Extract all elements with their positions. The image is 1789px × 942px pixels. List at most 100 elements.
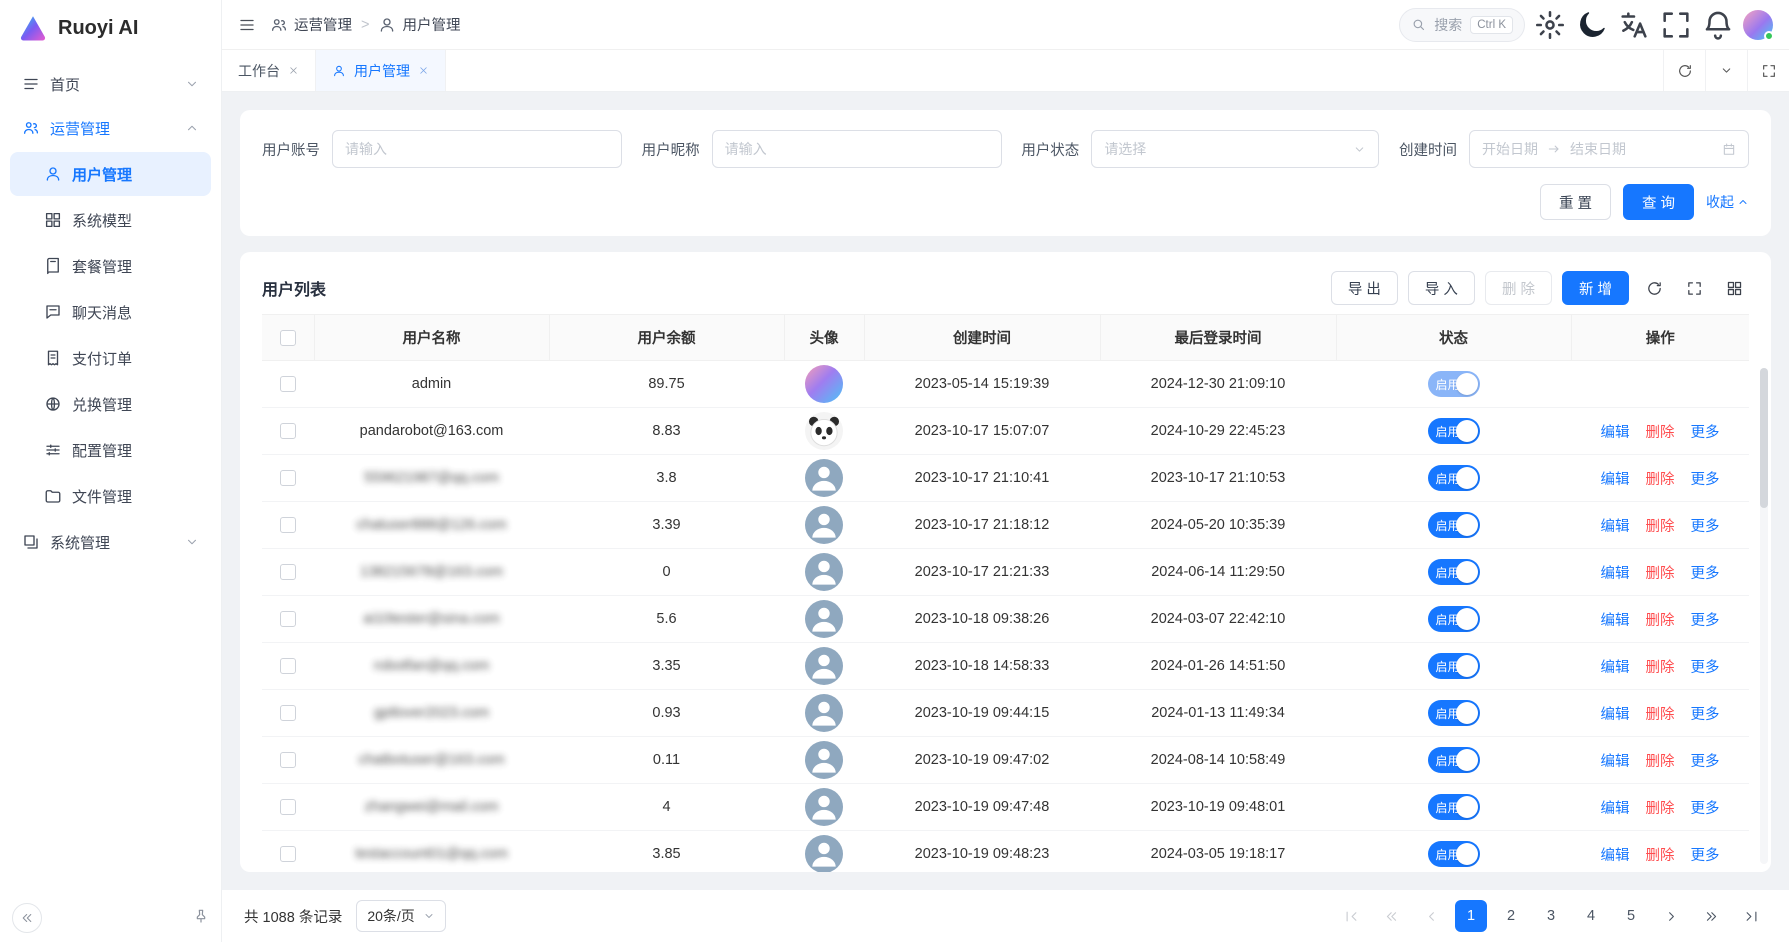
more-link[interactable]: 更多 bbox=[1691, 848, 1720, 864]
hamburger-menu-icon[interactable] bbox=[238, 16, 256, 34]
edit-link[interactable]: 编辑 bbox=[1600, 472, 1629, 488]
status-toggle[interactable]: 启用 bbox=[1428, 841, 1480, 867]
delete-link[interactable]: 删除 bbox=[1646, 519, 1675, 535]
language-button[interactable] bbox=[1617, 8, 1651, 42]
nickname-input[interactable] bbox=[712, 130, 1002, 168]
status-toggle[interactable]: 启用 bbox=[1428, 747, 1480, 773]
delete-link[interactable]: 删除 bbox=[1646, 566, 1675, 582]
sidebar-item[interactable]: 系统管理 bbox=[10, 520, 211, 564]
page-button-4[interactable]: 4 bbox=[1575, 900, 1607, 932]
edit-link[interactable]: 编辑 bbox=[1600, 801, 1629, 817]
sidebar-subitem[interactable]: 套餐管理 bbox=[10, 244, 211, 288]
collapse-filters-link[interactable]: 收起 bbox=[1706, 192, 1749, 212]
delete-link[interactable]: 删除 bbox=[1646, 754, 1675, 770]
more-link[interactable]: 更多 bbox=[1691, 707, 1720, 723]
edit-link[interactable]: 编辑 bbox=[1600, 519, 1629, 535]
delete-button[interactable]: 删 除 bbox=[1485, 271, 1552, 305]
row-checkbox[interactable] bbox=[280, 752, 296, 768]
first-page-button[interactable] bbox=[1335, 900, 1367, 932]
fullscreen-button[interactable] bbox=[1659, 8, 1693, 42]
more-link[interactable]: 更多 bbox=[1691, 425, 1720, 441]
status-toggle[interactable]: 启用 bbox=[1428, 512, 1480, 538]
table-fullscreen-button[interactable] bbox=[1679, 273, 1709, 303]
delete-link[interactable]: 删除 bbox=[1646, 425, 1675, 441]
tabs-menu-button[interactable] bbox=[1705, 50, 1747, 91]
sidebar-subitem[interactable]: 用户管理 bbox=[10, 152, 211, 196]
prev-5-pages-button[interactable] bbox=[1375, 900, 1407, 932]
status-toggle[interactable]: 启用 bbox=[1428, 465, 1480, 491]
table-scrollbar[interactable] bbox=[1760, 368, 1768, 864]
delete-link[interactable]: 删除 bbox=[1646, 801, 1675, 817]
row-checkbox[interactable] bbox=[280, 423, 296, 439]
global-search[interactable]: 搜索 Ctrl K bbox=[1399, 8, 1525, 42]
pin-icon[interactable] bbox=[193, 908, 209, 928]
page-size-select[interactable]: 20条/页 bbox=[356, 900, 445, 932]
edit-link[interactable]: 编辑 bbox=[1600, 425, 1629, 441]
page-button-2[interactable]: 2 bbox=[1495, 900, 1527, 932]
tabs-refresh-button[interactable] bbox=[1663, 50, 1705, 91]
scrollbar-thumb[interactable] bbox=[1760, 368, 1768, 508]
dark-mode-button[interactable] bbox=[1575, 8, 1609, 42]
select-all-checkbox[interactable] bbox=[280, 330, 296, 346]
tab-close-icon[interactable] bbox=[418, 65, 429, 76]
more-link[interactable]: 更多 bbox=[1691, 801, 1720, 817]
export-button[interactable]: 导 出 bbox=[1331, 271, 1398, 305]
row-checkbox[interactable] bbox=[280, 470, 296, 486]
delete-link[interactable]: 删除 bbox=[1646, 613, 1675, 629]
delete-link[interactable]: 删除 bbox=[1646, 472, 1675, 488]
user-avatar-button[interactable] bbox=[1743, 10, 1773, 40]
tab[interactable]: 用户管理 bbox=[316, 50, 446, 91]
sidebar-subitem[interactable]: 兑换管理 bbox=[10, 382, 211, 426]
next-5-pages-button[interactable] bbox=[1695, 900, 1727, 932]
row-checkbox[interactable] bbox=[280, 658, 296, 674]
sidebar-subitem[interactable]: 支付订单 bbox=[10, 336, 211, 380]
reset-button[interactable]: 重 置 bbox=[1540, 184, 1611, 220]
add-button[interactable]: 新 增 bbox=[1562, 271, 1629, 305]
status-toggle[interactable]: 启用 bbox=[1428, 371, 1480, 397]
row-checkbox[interactable] bbox=[280, 517, 296, 533]
row-checkbox[interactable] bbox=[280, 611, 296, 627]
table-refresh-button[interactable] bbox=[1639, 273, 1669, 303]
delete-link[interactable]: 删除 bbox=[1646, 707, 1675, 723]
import-button[interactable]: 导 入 bbox=[1408, 271, 1475, 305]
settings-button[interactable] bbox=[1533, 8, 1567, 42]
status-toggle[interactable]: 启用 bbox=[1428, 606, 1480, 632]
status-toggle[interactable]: 启用 bbox=[1428, 700, 1480, 726]
more-link[interactable]: 更多 bbox=[1691, 660, 1720, 676]
sidebar-subitem[interactable]: 文件管理 bbox=[10, 474, 211, 518]
page-button-5[interactable]: 5 bbox=[1615, 900, 1647, 932]
date-range-picker[interactable]: 开始日期 结束日期 bbox=[1469, 130, 1749, 168]
account-input[interactable] bbox=[332, 130, 622, 168]
delete-link[interactable]: 删除 bbox=[1646, 848, 1675, 864]
edit-link[interactable]: 编辑 bbox=[1600, 848, 1629, 864]
more-link[interactable]: 更多 bbox=[1691, 519, 1720, 535]
tab-close-icon[interactable] bbox=[288, 65, 299, 76]
row-checkbox[interactable] bbox=[280, 564, 296, 580]
sidebar-subitem[interactable]: 系统模型 bbox=[10, 198, 211, 242]
prev-page-button[interactable] bbox=[1415, 900, 1447, 932]
sidebar-collapse-button[interactable] bbox=[12, 903, 42, 933]
page-button-1[interactable]: 1 bbox=[1455, 900, 1487, 932]
row-checkbox[interactable] bbox=[280, 705, 296, 721]
status-toggle[interactable]: 启用 bbox=[1428, 794, 1480, 820]
notifications-button[interactable] bbox=[1701, 8, 1735, 42]
sidebar-subitem[interactable]: 聊天消息 bbox=[10, 290, 211, 334]
page-button-3[interactable]: 3 bbox=[1535, 900, 1567, 932]
more-link[interactable]: 更多 bbox=[1691, 566, 1720, 582]
more-link[interactable]: 更多 bbox=[1691, 754, 1720, 770]
search-button[interactable]: 查 询 bbox=[1623, 184, 1694, 220]
sidebar-subitem[interactable]: 配置管理 bbox=[10, 428, 211, 472]
last-page-button[interactable] bbox=[1735, 900, 1767, 932]
table-columns-button[interactable] bbox=[1719, 273, 1749, 303]
edit-link[interactable]: 编辑 bbox=[1600, 707, 1629, 723]
delete-link[interactable]: 删除 bbox=[1646, 660, 1675, 676]
more-link[interactable]: 更多 bbox=[1691, 472, 1720, 488]
next-page-button[interactable] bbox=[1655, 900, 1687, 932]
sidebar-item[interactable]: 首页 bbox=[10, 62, 211, 106]
row-checkbox[interactable] bbox=[280, 799, 296, 815]
content-fullscreen-button[interactable] bbox=[1747, 50, 1789, 91]
tab[interactable]: 工作台 bbox=[222, 50, 316, 91]
breadcrumb-item[interactable]: 运营管理 bbox=[270, 14, 352, 35]
edit-link[interactable]: 编辑 bbox=[1600, 613, 1629, 629]
breadcrumb-item[interactable]: 用户管理 bbox=[378, 14, 460, 35]
